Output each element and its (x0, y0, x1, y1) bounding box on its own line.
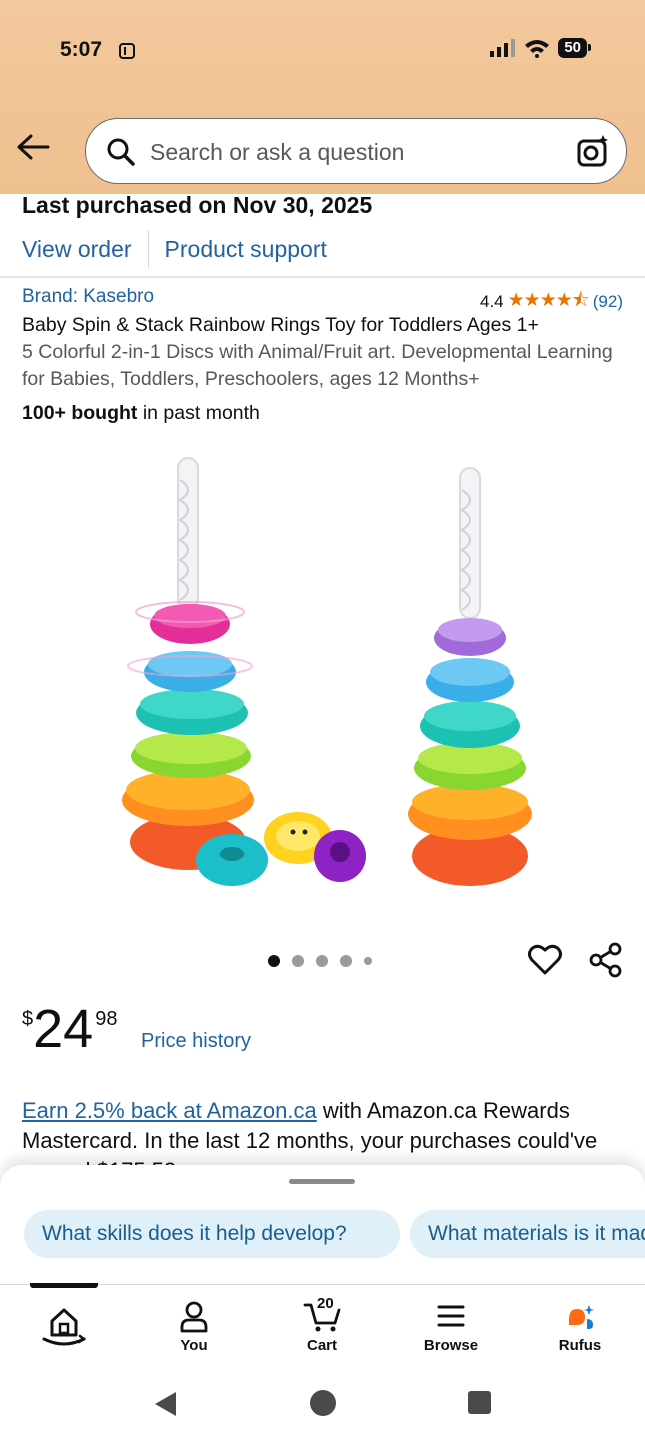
home-icon (42, 1308, 87, 1346)
bought-count: 100+ bought in past month (22, 402, 260, 425)
system-home-icon[interactable] (310, 1390, 336, 1416)
product-support-link[interactable]: Product support (165, 236, 327, 263)
divider (147, 230, 149, 268)
nav-you[interactable]: You (154, 1299, 234, 1354)
search-bar[interactable] (85, 118, 627, 184)
rufus-icon (569, 1305, 594, 1329)
nav-cart-label: Cart (306, 1337, 337, 1354)
system-nav-bar (0, 1368, 645, 1440)
section-divider (0, 276, 645, 278)
carousel-dot[interactable] (292, 955, 304, 967)
active-tab-indicator (30, 1283, 98, 1288)
left-stack-toy (122, 457, 366, 886)
nav-browse-label: Browse (423, 1337, 479, 1354)
suggestion-chip[interactable]: What skills does it help develop? (24, 1210, 400, 1258)
status-time: 5:07 (60, 38, 103, 61)
nav-rufus[interactable]: Rufus (540, 1299, 620, 1354)
nav-rufus-label: Rufus (558, 1337, 602, 1354)
status-icons: 50 (490, 38, 591, 58)
right-stack-toy (408, 467, 532, 886)
wifi-icon (525, 40, 550, 58)
review-count[interactable]: (92) (593, 292, 623, 312)
signal-icon (490, 39, 516, 57)
suggestion-chip[interactable]: What materials is it made of? (410, 1210, 645, 1258)
heart-icon[interactable] (527, 942, 563, 978)
system-back-icon[interactable] (152, 1390, 178, 1418)
menu-icon (437, 1305, 465, 1327)
image-carousel-dots[interactable] (268, 955, 372, 967)
header: 5:07 50 (0, 0, 645, 194)
battery-indicator: 50 (558, 38, 591, 58)
carousel-dot[interactable] (340, 955, 352, 967)
person-icon (180, 1301, 208, 1333)
share-icon[interactable] (588, 942, 624, 978)
product-subtitle: 5 Colorful 2-in-1 Discs with Animal/Frui… (22, 341, 613, 390)
search-input[interactable] (150, 136, 550, 168)
back-arrow-icon[interactable] (16, 132, 50, 162)
bought-count-rest: in past month (137, 402, 260, 424)
nav-you-label: You (180, 1337, 208, 1354)
cart-count-badge: 20 (317, 1295, 334, 1312)
view-order-link[interactable]: View order (22, 236, 132, 263)
price-whole: 24 (33, 999, 94, 1059)
carousel-dot-active[interactable] (268, 955, 280, 967)
nav-cart[interactable]: 20 Cart (282, 1295, 362, 1354)
price: $ 24 98 (22, 1000, 117, 1058)
carousel-dot[interactable] (364, 957, 372, 965)
sheet-drag-handle[interactable] (289, 1179, 355, 1184)
rufus-suggestion-sheet[interactable]: What skills does it help develop? What m… (0, 1165, 645, 1285)
rewards-link[interactable]: Earn 2.5% back at Amazon.ca (22, 1098, 317, 1123)
nav-home[interactable] (24, 1299, 104, 1351)
last-purchased-text: Last purchased on Nov 30, 2025 (22, 192, 373, 218)
order-links: View order Product support (22, 230, 327, 268)
price-history-link[interactable]: Price history (141, 1030, 251, 1053)
bought-count-bold: 100+ bought (22, 402, 138, 424)
camera-lens-icon[interactable] (576, 134, 610, 168)
nav-browse[interactable]: Browse (411, 1299, 491, 1354)
price-fraction: 98 (95, 1008, 118, 1030)
bottom-nav: You 20 Cart Browse Rufus (0, 1283, 645, 1368)
brand-link[interactable]: Brand: Kasebro (22, 286, 154, 308)
system-recents-icon[interactable] (468, 1391, 491, 1414)
product-title: Baby Spin & Stack Rainbow Rings Toy for … (22, 314, 539, 336)
carousel-dot[interactable] (316, 955, 328, 967)
price-symbol: $ (22, 1008, 34, 1030)
search-icon (107, 138, 135, 166)
product-image[interactable] (100, 450, 545, 895)
sim-icon (119, 43, 135, 59)
rating-value: 4.4 (479, 292, 504, 311)
